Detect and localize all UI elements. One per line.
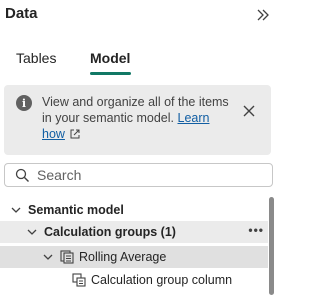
- external-link-icon: [70, 129, 80, 139]
- chevron-down-icon[interactable]: [10, 204, 22, 216]
- pane-title: Data: [5, 5, 38, 22]
- info-icon: i: [16, 95, 32, 111]
- collapse-pane-icon[interactable]: [254, 6, 272, 24]
- search-icon: [15, 168, 29, 182]
- tree-item-calculation-groups[interactable]: Calculation groups (1) •••: [0, 221, 268, 243]
- info-banner-text: View and organize all of the items in yo…: [42, 94, 232, 142]
- chevron-down-icon[interactable]: [26, 226, 38, 238]
- tab-model[interactable]: Model: [90, 50, 130, 66]
- more-options-icon[interactable]: •••: [248, 224, 264, 236]
- tree-item-label: Calculation group column: [91, 273, 233, 287]
- calculation-column-icon: [72, 273, 86, 287]
- tab-tables[interactable]: Tables: [16, 50, 56, 66]
- calculation-group-icon: [60, 250, 74, 264]
- tree-item-label: Semantic model: [28, 203, 124, 217]
- tree-item-rolling-average[interactable]: Rolling Average: [0, 246, 268, 268]
- close-banner-icon[interactable]: [241, 103, 257, 119]
- tree-scrollbar[interactable]: [269, 197, 274, 295]
- tree-item-semantic-model[interactable]: Semantic model: [0, 199, 268, 221]
- tree-item-label: Calculation groups (1): [44, 225, 176, 239]
- search-input[interactable]: [37, 166, 257, 184]
- active-tab-indicator: [90, 72, 131, 75]
- chevron-down-icon[interactable]: [42, 251, 54, 263]
- tree-item-label: Rolling Average: [79, 250, 167, 264]
- info-banner: i View and organize all of the items in …: [4, 85, 271, 155]
- pane-tabs: Tables Model: [0, 50, 276, 76]
- search-box: [4, 163, 273, 187]
- tree-item-calculation-group-column[interactable]: Calculation group column: [0, 269, 268, 291]
